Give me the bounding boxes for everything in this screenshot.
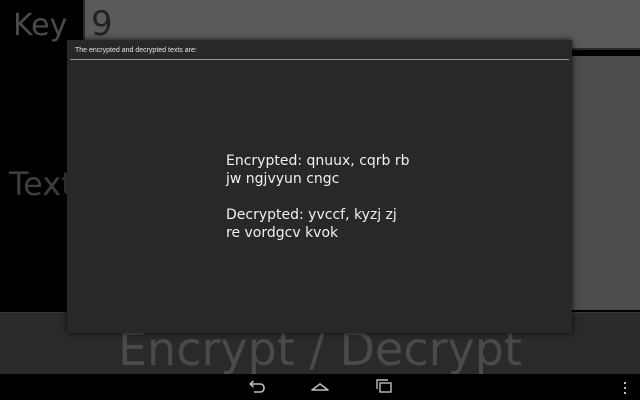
decrypted-line-2: re vordgcv kvok — [226, 225, 339, 241]
recent-apps-icon[interactable] — [374, 378, 394, 396]
dialog-title: The encrypted and decrypted texts are: — [75, 47, 197, 54]
home-icon[interactable] — [310, 378, 330, 396]
text-label: Text — [9, 165, 74, 203]
key-label: Key — [13, 8, 68, 43]
back-icon[interactable] — [246, 378, 266, 396]
key-input-value: 9 — [91, 4, 113, 44]
dialog-title-divider — [70, 59, 569, 60]
encrypted-line-1: Encrypted: qnuux, cqrb rb — [226, 153, 410, 169]
decrypted-line-1: Decrypted: yvccf, kyzj zj — [226, 207, 397, 223]
dialog-message: Encrypted: qnuux, cqrb rb jw ngjvyun cng… — [226, 152, 526, 242]
encrypted-line-2: jw ngjvyun cngc — [226, 171, 340, 187]
system-navigation-bar — [0, 374, 640, 400]
result-dialog: The encrypted and decrypted texts are: E… — [67, 40, 572, 333]
overflow-menu-icon[interactable] — [623, 380, 627, 394]
